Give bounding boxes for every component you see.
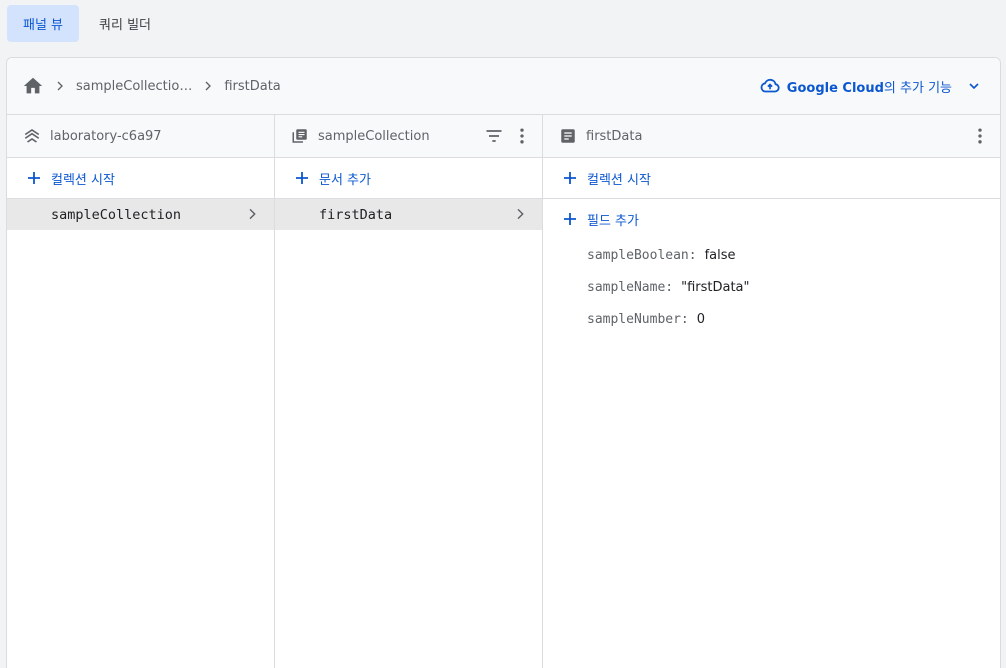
firestore-panel: sampleCollectio… firstData Google Cloud의…	[6, 57, 1001, 668]
field-value: false	[704, 247, 736, 263]
collection-icon	[291, 127, 309, 145]
add-field-button[interactable]: 필드 추가	[543, 199, 1000, 239]
add-icon	[561, 169, 579, 187]
collection-name: sampleCollection	[51, 206, 182, 223]
field-key: sampleNumber:	[587, 311, 689, 327]
breadcrumb: sampleCollectio… firstData Google Cloud의…	[7, 58, 1000, 115]
start-subcollection-button[interactable]: 컬렉션 시작	[543, 158, 1000, 199]
add-document-button[interactable]: 문서 추가	[275, 158, 542, 199]
more-vert-icon[interactable]	[972, 126, 988, 146]
field-key: sampleName:	[587, 279, 674, 295]
filter-icon[interactable]	[484, 126, 504, 146]
field-row[interactable]: sampleBoolean: false	[543, 239, 1000, 271]
collection-title: sampleCollection	[318, 128, 430, 144]
view-tabs: 패널 뷰 쿼리 빌더	[7, 5, 167, 43]
add-icon	[293, 169, 311, 187]
chevron-right-icon	[512, 206, 528, 222]
chevron-right-icon	[52, 78, 68, 94]
cloud-icon	[759, 75, 781, 97]
list-item-document[interactable]: firstData	[275, 199, 542, 230]
add-icon	[561, 210, 579, 228]
add-field-label: 필드 추가	[587, 213, 639, 229]
tab-query-builder[interactable]: 쿼리 빌더	[83, 5, 167, 42]
collection-column: sampleCollection 문서 추가 firstData	[275, 115, 543, 668]
breadcrumb-document[interactable]: firstData	[224, 79, 280, 94]
document-column-header: firstData	[543, 115, 1000, 158]
root-column-header: laboratory-c6a97	[7, 115, 274, 158]
field-row[interactable]: sampleNumber: 0	[543, 303, 1000, 335]
chevron-down-icon	[966, 78, 982, 94]
field-value: "firstData"	[681, 279, 750, 295]
start-collection-label: 컬렉션 시작	[51, 172, 115, 188]
start-collection-button[interactable]: 컬렉션 시작	[7, 158, 274, 199]
document-title: firstData	[586, 128, 643, 144]
database-name: laboratory-c6a97	[50, 128, 162, 144]
document-column: firstData 컬렉션 시작 필드 추가 sampleBoolean: fa…	[543, 115, 1000, 668]
breadcrumb-collection[interactable]: sampleCollectio…	[76, 79, 192, 94]
field-value: 0	[696, 311, 706, 327]
google-cloud-extras-button[interactable]: Google Cloud의 추가 기능	[759, 58, 982, 114]
list-item-collection[interactable]: sampleCollection	[7, 199, 274, 230]
tab-panel-view[interactable]: 패널 뷰	[7, 5, 80, 42]
extras-label: 의 추가 기능	[883, 80, 952, 96]
add-icon	[25, 169, 43, 187]
root-column: laboratory-c6a97 컬렉션 시작 sampleCollection	[7, 115, 275, 668]
field-row[interactable]: sampleName: "firstData"	[543, 271, 1000, 303]
database-icon	[23, 127, 41, 145]
home-icon[interactable]	[22, 75, 44, 97]
field-key: sampleBoolean:	[587, 247, 697, 263]
add-document-label: 문서 추가	[319, 172, 371, 188]
chevron-right-icon	[200, 78, 216, 94]
start-collection-label: 컬렉션 시작	[587, 172, 651, 188]
chevron-right-icon	[244, 206, 260, 222]
collection-column-header: sampleCollection	[275, 115, 542, 158]
document-id: firstData	[319, 206, 393, 223]
google-cloud-label: Google Cloud	[786, 80, 884, 96]
more-vert-icon[interactable]	[514, 126, 530, 146]
document-icon	[559, 127, 577, 145]
